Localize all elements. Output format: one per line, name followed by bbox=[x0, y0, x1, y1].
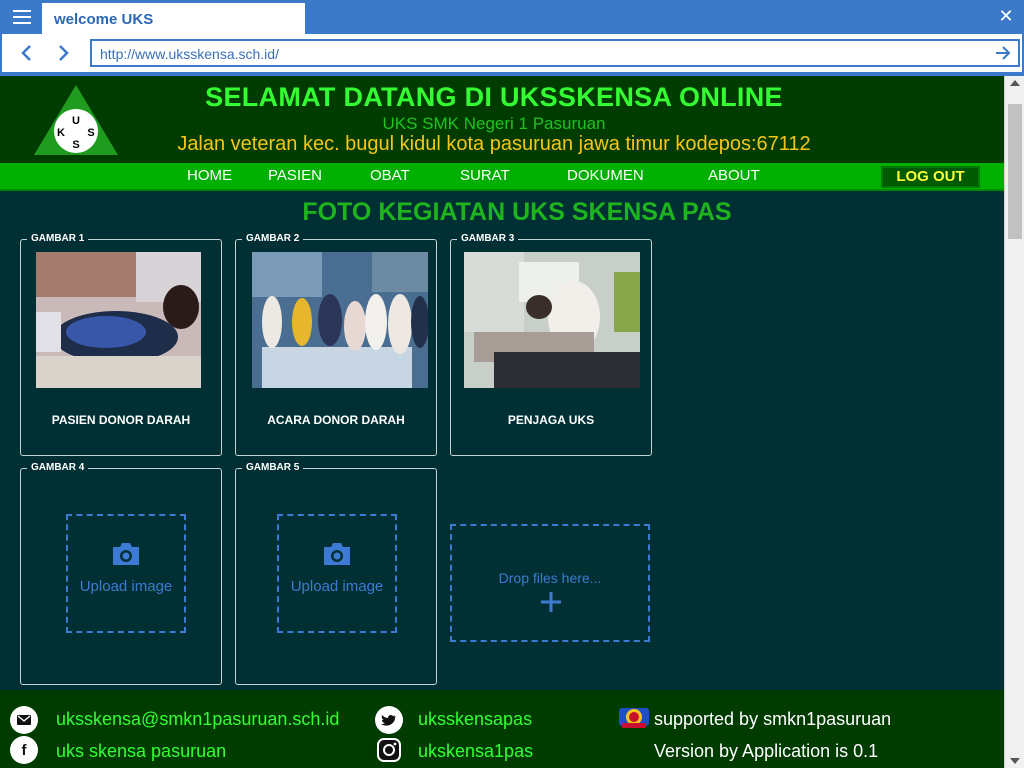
footer-twitter[interactable]: uksskensapas bbox=[418, 709, 532, 730]
menu-dokumen[interactable]: DOKUMEN bbox=[567, 167, 644, 184]
back-arrow-icon[interactable] bbox=[16, 42, 38, 64]
browser-navbar: http://www.uksskensa.sch.id/ bbox=[0, 34, 1024, 74]
upload-image-button[interactable]: Upload image bbox=[66, 514, 186, 633]
footer-version: Version by Application is 0.1 bbox=[654, 741, 879, 761]
footer-supported: supported by smkn1pasuruan bbox=[654, 709, 892, 729]
card-legend: GAMBAR 3 bbox=[457, 233, 519, 245]
site-title: SELAMAT DATANG DI UKSSKENSA ONLINE bbox=[205, 82, 783, 112]
close-icon[interactable]: ✕ bbox=[996, 6, 1016, 26]
card-caption: PASIEN DONOR DARAH bbox=[51, 413, 191, 427]
plus-icon bbox=[541, 592, 561, 612]
photo-penjaga-uks[interactable] bbox=[464, 252, 640, 388]
gallery-card-2: GAMBAR 2 ACARA DONOR DARAH bbox=[235, 233, 437, 456]
upload-image-label: Upload image bbox=[290, 578, 384, 595]
forward-arrow-icon[interactable] bbox=[52, 42, 74, 64]
photo-acara-donor-darah[interactable] bbox=[252, 252, 428, 388]
card-caption: PENJAGA UKS bbox=[507, 413, 595, 427]
upload-image-label: Upload image bbox=[79, 578, 173, 595]
tab-title: welcome UKS bbox=[54, 11, 154, 28]
menu-about[interactable]: ABOUT bbox=[708, 167, 760, 184]
gallery-card-5: GAMBAR 5 Upload image bbox=[235, 462, 437, 685]
vertical-scrollbar[interactable] bbox=[1004, 76, 1024, 768]
gallery-title: FOTO KEGIATAN UKS SKENSA PAS bbox=[302, 198, 732, 226]
gallery-card-1: GAMBAR 1 PASIEN DONOR DARAH bbox=[20, 233, 222, 456]
card-caption: ACARA DONOR DARAH bbox=[267, 413, 405, 427]
instagram-icon bbox=[375, 736, 403, 764]
web-page: U K S S SELAMAT DATANG DI UKSSKENSA ONLI… bbox=[0, 76, 1004, 768]
scroll-up-icon[interactable] bbox=[1010, 80, 1020, 86]
gallery-card-3: GAMBAR 3 PENJAGA UKS bbox=[450, 233, 652, 456]
page-viewport: U K S S SELAMAT DATANG DI UKSSKENSA ONLI… bbox=[0, 76, 1024, 768]
card-legend: GAMBAR 5 bbox=[242, 462, 304, 474]
card-legend: GAMBAR 4 bbox=[27, 462, 89, 474]
camera-icon bbox=[113, 543, 139, 565]
hamburger-menu-icon[interactable] bbox=[8, 6, 36, 28]
card-legend: GAMBAR 2 bbox=[242, 233, 304, 245]
gallery-card-4: GAMBAR 4 Upload image bbox=[20, 462, 222, 685]
menu-pasien[interactable]: PASIEN bbox=[268, 167, 322, 184]
scrollbar-thumb[interactable] bbox=[1008, 104, 1022, 239]
menu-surat[interactable]: SURAT bbox=[460, 167, 510, 184]
go-arrow-icon[interactable] bbox=[994, 44, 1012, 62]
upload-image-button[interactable]: Upload image bbox=[277, 514, 397, 633]
footer-facebook[interactable]: uks skensa pasuruan bbox=[56, 741, 226, 762]
email-icon bbox=[10, 706, 38, 734]
drop-zone-label: Drop files here... bbox=[498, 570, 602, 586]
school-emblem-icon bbox=[619, 708, 649, 728]
site-address: Jalan veteran kec. bugul kidul kota pasu… bbox=[177, 133, 811, 155]
menu-home[interactable]: HOME bbox=[187, 167, 232, 184]
main-menu: HOME PASIEN OBAT SURAT DOKUMEN ABOUT LOG… bbox=[0, 163, 1004, 191]
address-bar[interactable]: http://www.uksskensa.sch.id/ bbox=[90, 39, 1020, 67]
file-drop-zone[interactable]: Drop files here... bbox=[450, 524, 650, 642]
facebook-icon: f bbox=[10, 736, 38, 764]
menu-obat[interactable]: OBAT bbox=[370, 167, 410, 184]
camera-icon bbox=[324, 543, 350, 565]
browser-tab[interactable]: welcome UKS bbox=[42, 3, 305, 34]
browser-titlebar: welcome UKS ✕ bbox=[0, 0, 1024, 34]
site-footer: uksskensa@smkn1pasuruan.sch.id f uks ske… bbox=[0, 690, 1004, 768]
photo-pasien-donor-darah[interactable] bbox=[36, 252, 201, 388]
site-header: U K S S SELAMAT DATANG DI UKSSKENSA ONLI… bbox=[0, 76, 1004, 163]
scroll-down-icon[interactable] bbox=[1010, 758, 1020, 764]
url-text[interactable]: http://www.uksskensa.sch.id/ bbox=[100, 46, 279, 62]
logout-button[interactable]: LOG OUT bbox=[881, 166, 980, 188]
twitter-icon bbox=[375, 706, 403, 734]
card-legend: GAMBAR 1 bbox=[27, 233, 89, 245]
footer-email[interactable]: uksskensa@smkn1pasuruan.sch.id bbox=[56, 709, 339, 730]
site-subtitle: UKS SMK Negeri 1 Pasuruan bbox=[382, 114, 606, 133]
footer-instagram[interactable]: ukskensa1pas bbox=[418, 741, 533, 762]
